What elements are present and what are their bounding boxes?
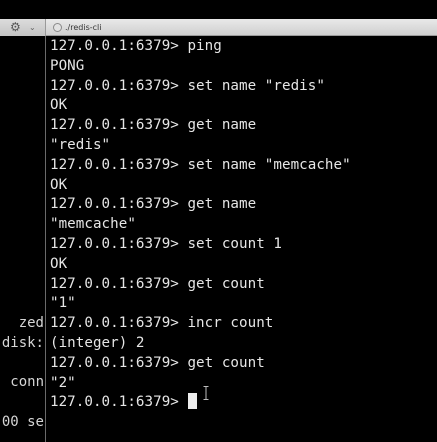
terminal-line: 127.0.0.1:6379> get count (50, 275, 265, 292)
terminal-line: 127.0.0.1:6379> set name "memcache" (50, 156, 351, 173)
terminal-line: PONG (50, 57, 85, 74)
terminal-line: "redis" (50, 136, 111, 153)
terminal-line: OK (50, 97, 68, 114)
terminal-window: ⚙ ⌄ ./redis-cli zed disk: conn 00 se 127… (0, 0, 437, 442)
terminal-line: OK (50, 176, 68, 193)
chevron-down-icon[interactable]: ⌄ (29, 20, 36, 35)
terminal-line: 127.0.0.1:6379> ping (50, 38, 222, 54)
terminal-line: 127.0.0.1:6379> set name "redis" (50, 77, 325, 94)
terminal-line: 127.0.0.1:6379> set count 1 (50, 235, 282, 252)
ibeam-cursor-icon (203, 386, 209, 400)
close-icon[interactable] (53, 23, 62, 32)
gear-icon[interactable]: ⚙ (10, 19, 21, 36)
terminal-line: 127.0.0.1:6379> get name (50, 117, 257, 134)
terminal-line: (integer) 2 (50, 334, 145, 351)
terminal-output[interactable]: 127.0.0.1:6379> ping PONG 127.0.0.1:6379… (50, 37, 437, 442)
prompt: 127.0.0.1:6379> (50, 394, 179, 411)
tab-title: ./redis-cli (65, 23, 102, 32)
tab-redis-cli[interactable]: ./redis-cli (47, 19, 437, 36)
terminal-line: 127.0.0.1:6379> get count (50, 354, 265, 371)
prompt-line[interactable]: 127.0.0.1:6379> (50, 393, 437, 413)
terminal-line: "1" (50, 295, 76, 312)
terminal-line: "memcache" (50, 216, 136, 233)
left-pane-line: conn (10, 374, 44, 390)
terminal-line: OK (50, 255, 68, 272)
left-split-pane[interactable]: zed disk: conn 00 se (0, 36, 44, 442)
left-pane-line: 00 se (1, 414, 44, 430)
pane-divider[interactable] (45, 36, 46, 442)
tab-settings-menu[interactable]: ⚙ ⌄ (0, 19, 46, 36)
text-cursor (187, 393, 197, 410)
title-bar-strip (0, 0, 437, 19)
left-pane-line: disk: (1, 335, 44, 351)
terminal-line: 127.0.0.1:6379> get name (50, 196, 257, 213)
terminal-line: 127.0.0.1:6379> incr count (50, 315, 274, 332)
left-pane-line: zed (18, 315, 44, 331)
terminal-line: "2" (50, 374, 76, 391)
tab-bar: ⚙ ⌄ ./redis-cli (0, 19, 437, 36)
